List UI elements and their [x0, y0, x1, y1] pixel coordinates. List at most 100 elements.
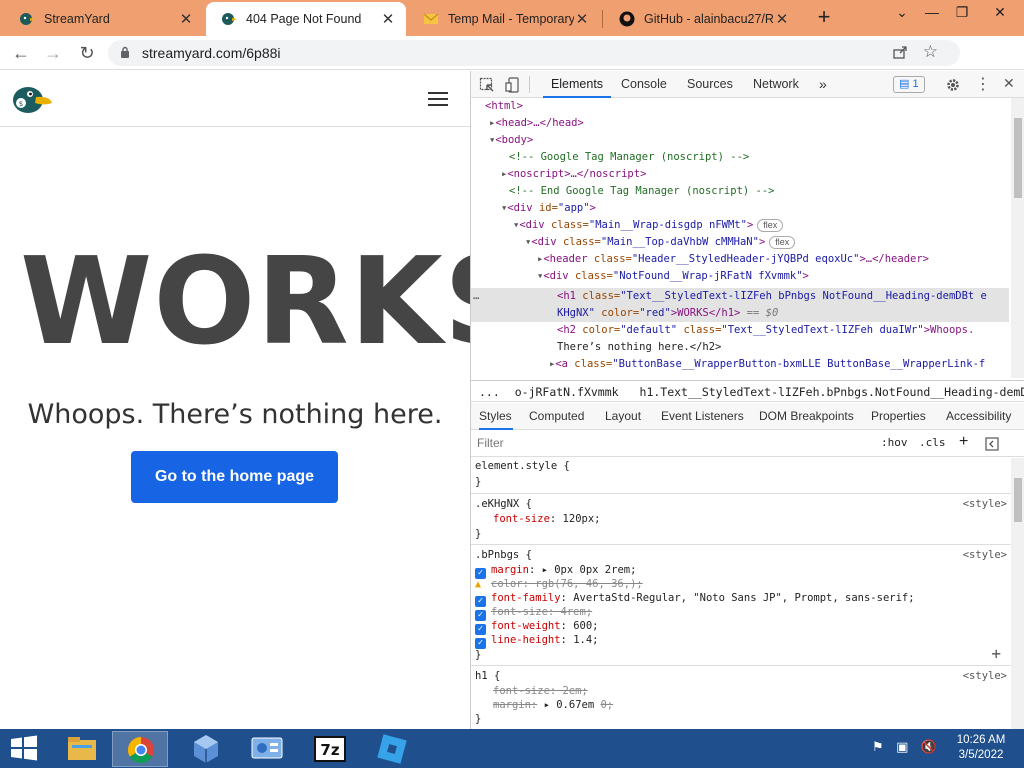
minimize-button[interactable]: —: [918, 4, 946, 28]
style-rule-ekhgnx[interactable]: .eKHgNX { <style> font-size: 120px; }: [471, 495, 1011, 545]
dom-node-h1-continued[interactable]: KHgNX" color="red">WORKS</h1> == $0: [557, 305, 778, 322]
tab-console[interactable]: Console: [621, 71, 667, 98]
inspect-element-icon[interactable]: [479, 77, 495, 93]
tab-search-chevron-icon[interactable]: ⌄: [888, 4, 916, 28]
rule-selector[interactable]: .bPnbgs {: [475, 549, 532, 561]
elements-scrollbar[interactable]: [1011, 98, 1024, 378]
dom-node-main-top[interactable]: ▾<div class="Main__Top-daVhbW cMMHaN"> fl…: [525, 234, 796, 251]
rule-selector[interactable]: .eKHgNX {: [475, 498, 532, 510]
bookmark-star-icon[interactable]: ☆: [923, 42, 938, 62]
breadcrumb-item-selected[interactable]: h1.Text__StyledText-lIZFeh.bPnbgs.NotFou…: [626, 385, 1024, 399]
tab-streamyard[interactable]: StreamYard ✕: [4, 2, 204, 36]
close-tab-icon[interactable]: ✕: [774, 10, 790, 28]
dom-node-anchor[interactable]: ▸<a class="ButtonBase__WrapperButton-bxm…: [549, 356, 985, 373]
css-property-overridden[interactable]: margin: ▸ 0.67em 0;: [493, 699, 613, 711]
hover-state-toggle[interactable]: :hov: [881, 436, 908, 449]
flex-badge[interactable]: flex: [757, 219, 784, 232]
style-rule-h1[interactable]: h1 { <style> font-size: 2em; margin: ▸ 0…: [471, 667, 1011, 729]
reload-icon[interactable]: ↻: [76, 42, 98, 64]
scrollbar-thumb[interactable]: [1014, 478, 1022, 522]
breadcrumb-ellipsis[interactable]: ...: [471, 385, 500, 399]
computed-sidebar-toggle-icon[interactable]: [985, 437, 999, 451]
subtab-computed[interactable]: Computed: [529, 403, 584, 430]
css-property[interactable]: ✓ line-height: 1.4;: [475, 634, 598, 649]
add-property-icon[interactable]: +: [991, 644, 1001, 663]
dom-node-body[interactable]: ▾<body>: [489, 132, 533, 149]
styles-filter-input[interactable]: Filter: [477, 436, 504, 450]
windows-start-icon[interactable]: [10, 735, 38, 761]
close-tab-icon[interactable]: ✕: [380, 10, 396, 28]
subtab-accessibility[interactable]: Accessibility: [946, 403, 1011, 430]
close-tab-icon[interactable]: ✕: [178, 10, 194, 28]
rule-selector[interactable]: element.style {: [475, 460, 570, 472]
streamyard-duck-logo-icon[interactable]: $: [10, 81, 54, 115]
taskbar-clock[interactable]: 10:26 AM 3/5/2022: [948, 733, 1014, 763]
share-icon[interactable]: [892, 44, 908, 60]
close-window-button[interactable]: ✕: [986, 4, 1014, 28]
hamburger-menu-icon[interactable]: [428, 92, 448, 106]
dom-node-head[interactable]: ▸<head>…</head>: [489, 115, 584, 132]
property-checkbox[interactable]: ✓: [475, 638, 486, 649]
subtab-dom-breakpoints[interactable]: DOM Breakpoints: [759, 403, 854, 430]
dom-node-html[interactable]: <html>: [485, 98, 523, 115]
issues-badge[interactable]: ▤ 1: [893, 76, 925, 93]
tab-github[interactable]: GitHub - alainbacu27/Ro ✕: [604, 2, 800, 36]
close-tab-icon[interactable]: ✕: [574, 10, 590, 28]
network-icon[interactable]: ▣: [896, 739, 908, 754]
gear-icon[interactable]: [945, 77, 961, 93]
dom-comment[interactable]: <!-- End Google Tag Manager (noscript) -…: [509, 183, 775, 200]
styles-scrollbar[interactable]: [1011, 458, 1024, 729]
lock-icon[interactable]: [120, 46, 130, 59]
flex-badge[interactable]: flex: [769, 236, 796, 249]
class-toggle[interactable]: .cls: [919, 436, 946, 449]
subtab-styles[interactable]: Styles: [479, 403, 513, 430]
address-bar[interactable]: streamyard.com/6p88i ☆: [108, 40, 960, 66]
close-devtools-icon[interactable]: ✕: [1003, 75, 1019, 91]
css-property-overridden[interactable]: ✓ font-size: 4rem;: [475, 606, 592, 621]
style-rule-element[interactable]: element.style { }: [471, 458, 1011, 494]
device-toolbar-icon[interactable]: [505, 77, 521, 93]
tab-network[interactable]: Network: [753, 71, 799, 98]
new-tab-button[interactable]: +: [812, 6, 836, 30]
control-panel-icon[interactable]: [240, 731, 296, 767]
roblox-studio-icon[interactable]: [364, 731, 420, 767]
css-property[interactable]: ✓ font-weight: 600;: [475, 620, 598, 635]
restore-button[interactable]: ❐: [948, 4, 976, 28]
scrollbar-thumb[interactable]: [1014, 118, 1022, 198]
dom-node-app[interactable]: ▾<div id="app">: [501, 200, 596, 217]
dom-node-h2-continued[interactable]: There’s nothing here.</h2>: [557, 339, 721, 356]
css-property-overridden[interactable]: ▲ color: rgb(76, 46, 36,);: [475, 578, 643, 590]
css-property[interactable]: font-size: 120px;: [493, 513, 601, 525]
dom-node-h1-selected[interactable]: <h1 class="Text__StyledText-lIZFeh bPnbg…: [557, 288, 987, 305]
file-explorer-icon[interactable]: [54, 731, 110, 767]
rule-source-link[interactable]: <style>: [963, 670, 1007, 682]
rule-selector[interactable]: h1 {: [475, 670, 500, 682]
volume-muted-icon[interactable]: 🔇: [921, 739, 937, 754]
css-property[interactable]: ✓ font-family: AvertaStd-Regular, "Noto S…: [475, 592, 915, 607]
home-page-button[interactable]: Go to the home page: [131, 451, 338, 503]
css-property-overridden[interactable]: font-size: 2em;: [493, 685, 588, 697]
tab-elements[interactable]: Elements: [543, 71, 611, 98]
dom-comment[interactable]: <!-- Google Tag Manager (noscript) -->: [509, 149, 749, 166]
chrome-taskbar-icon[interactable]: [112, 731, 168, 767]
tab-temp-mail[interactable]: Temp Mail - Temporary D ✕: [408, 2, 600, 36]
css-property[interactable]: ✓ margin: ▸ 0px 0px 2rem;: [475, 564, 636, 579]
tab-sources[interactable]: Sources: [687, 71, 733, 98]
more-tabs-button[interactable]: »: [819, 71, 827, 98]
dom-node-header[interactable]: ▸<header class="Header__StyledHeader-jYQ…: [537, 251, 929, 268]
rule-source-link[interactable]: <style>: [963, 498, 1007, 510]
dom-node-main-wrap[interactable]: ▾<div class="Main__Wrap-disgdp nFWMt"> fl…: [513, 217, 784, 234]
breadcrumb-item[interactable]: o-jRFatN.fXvmmk: [507, 385, 619, 399]
flag-icon[interactable]: ⚑: [872, 739, 884, 754]
subtab-properties[interactable]: Properties: [871, 403, 926, 430]
dom-node-notfound-wrap[interactable]: ▾<div class="NotFound__Wrap-jRFatN fXvmm…: [537, 268, 809, 285]
back-arrow-icon[interactable]: ←: [10, 42, 32, 64]
virtualbox-icon[interactable]: [178, 731, 234, 767]
forward-arrow-icon[interactable]: →: [42, 42, 64, 64]
subtab-event-listeners[interactable]: Event Listeners: [661, 403, 744, 430]
new-style-rule-icon[interactable]: +: [959, 433, 968, 451]
7zip-icon[interactable]: 7z: [302, 731, 358, 767]
devtools-menu-icon[interactable]: ⋮: [975, 74, 991, 93]
dom-node-h2[interactable]: <h2 color="default" class="Text__StyledT…: [557, 322, 974, 339]
style-rule-bpnbgs[interactable]: .bPnbgs { <style> ✓ margin: ▸ 0px 0px 2re…: [471, 546, 1011, 666]
